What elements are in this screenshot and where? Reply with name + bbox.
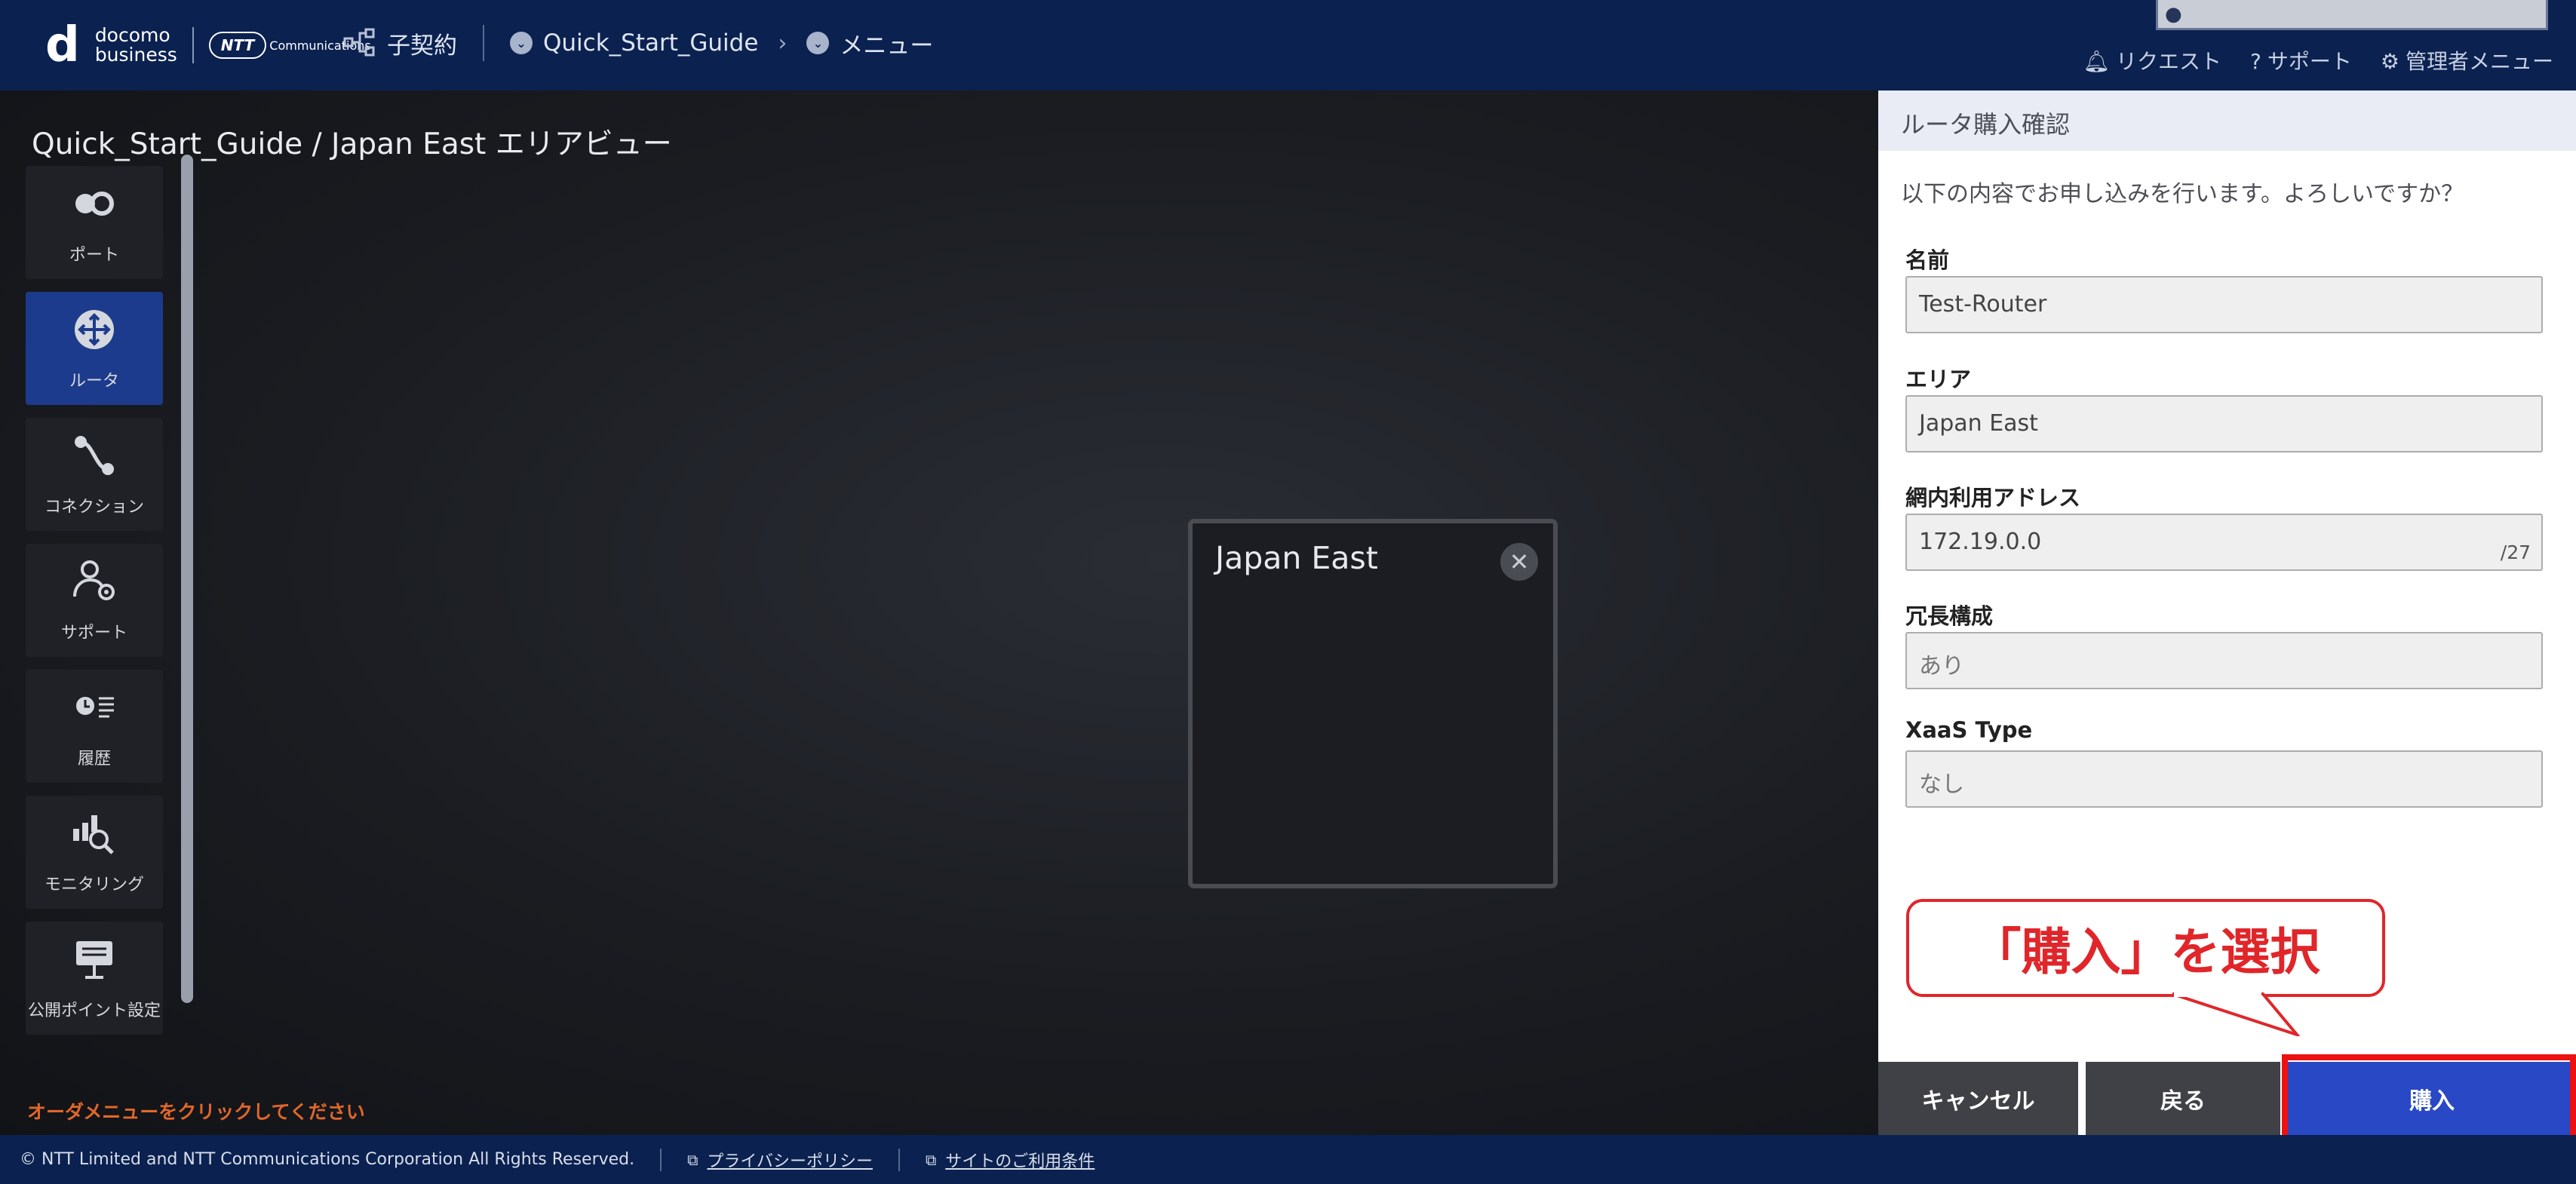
chevron-down-icon: ⌄	[806, 32, 830, 54]
area-view: Quick_Start_Guide / Japan East エリアビュー ポー…	[0, 90, 1878, 1135]
sidebar-item-history[interactable]: 履歴	[26, 670, 163, 783]
name-label: 名前	[1905, 247, 1950, 273]
external-link-icon: ⧉	[687, 1150, 698, 1169]
page-title: Quick_Start_Guide / Japan East エリアビュー	[32, 127, 672, 161]
router-icon	[75, 310, 114, 349]
order-message: オーダメニューをクリックしてください	[27, 1101, 365, 1123]
docomo-business-logo[interactable]: d docomo business NTT Communications	[45, 21, 371, 69]
ntt-logo: NTT	[208, 32, 267, 59]
logo-wordmark: docomo business	[94, 24, 177, 66]
nav-menu[interactable]: ⌄ メニュー	[806, 26, 933, 60]
address-label: 網内利用アドレス	[1905, 485, 2081, 511]
nav-project-label: Quick_Start_Guide	[543, 29, 759, 57]
instruction-callout: 「購入」を選択	[1906, 899, 2385, 997]
history-icon	[76, 697, 114, 718]
top-links: 🔔︎ リクエスト ? サポート ⚙ 管理者メニュー	[2083, 45, 2553, 75]
user-account-box[interactable]	[2156, 0, 2548, 30]
logo-mark: d	[45, 17, 80, 73]
back-button[interactable]: 戻る	[2086, 1062, 2280, 1135]
area-card-title: Japan East	[1215, 540, 1378, 576]
sidebar-item-support[interactable]: サポート	[26, 544, 163, 657]
sidebar-scrollbar[interactable]	[181, 155, 193, 1003]
highlight-frame	[2282, 1054, 2576, 1146]
terms-link[interactable]: サイトのご利用条件	[945, 1148, 1095, 1172]
address-field: 172.19.0.0 /27	[1905, 514, 2543, 571]
support-link[interactable]: ? サポート	[2250, 45, 2352, 75]
close-icon[interactable]: ✕	[1500, 543, 1538, 581]
breadcrumb: 子契約 ⌄ Quick_Start_Guide › ⌄ メニュー	[343, 24, 933, 62]
order-sidebar: ポート ルータ コネクション サポート 履歴 モニタリング 公開ポイント設定	[26, 166, 165, 1048]
redundancy-field: あり	[1905, 632, 2543, 689]
cancel-button[interactable]: キャンセル	[1878, 1062, 2078, 1135]
address-prefix-suffix: /27	[2500, 541, 2531, 563]
sidebar-item-router[interactable]: ルータ	[26, 292, 163, 405]
user-icon: ●	[2165, 3, 2182, 26]
nav-project[interactable]: ⌄ Quick_Start_Guide	[510, 29, 758, 57]
gear-icon: ⚙	[2380, 49, 2399, 74]
bell-icon: 🔔︎	[2083, 49, 2110, 74]
nav-contract-label: 子契約	[387, 32, 457, 60]
nav-menu-label: メニュー	[840, 32, 934, 60]
xaas-field: なし	[1905, 750, 2543, 808]
area-field: Japan East	[1905, 395, 2543, 452]
sidebar-item-connection[interactable]: コネクション	[26, 418, 163, 531]
connection-icon	[75, 436, 114, 475]
port-icon	[75, 192, 114, 216]
footer: © NTT Limited and NTT Communications Cor…	[0, 1135, 2576, 1184]
footer-divider	[660, 1148, 662, 1171]
request-link[interactable]: 🔔︎ リクエスト	[2083, 45, 2221, 75]
privacy-link[interactable]: プライバシーポリシー	[707, 1148, 873, 1172]
monitoring-icon	[73, 815, 114, 854]
area-card[interactable]: Japan East ✕	[1188, 519, 1558, 888]
callout-tail	[2172, 992, 2301, 1036]
xaas-label: XaaS Type	[1905, 717, 2033, 743]
nav-contract[interactable]: 子契約	[343, 26, 457, 60]
area-label: エリア	[1905, 367, 1972, 392]
external-link-icon: ⧉	[925, 1150, 937, 1169]
logo-divider	[192, 27, 194, 63]
panel-description: 以下の内容でお申し込みを行います。よろしいですか？	[1901, 181, 2464, 207]
address-value: 172.19.0.0	[1919, 529, 2042, 555]
name-field: Test-Router	[1905, 276, 2543, 333]
sidebar-item-port[interactable]: ポート	[26, 166, 163, 279]
sidebar-item-monitoring[interactable]: モニタリング	[26, 796, 163, 909]
chevron-down-icon: ⌄	[510, 32, 533, 54]
admin-menu-link[interactable]: ⚙ 管理者メニュー	[2381, 45, 2553, 75]
public-point-icon	[76, 941, 112, 979]
hierarchy-icon	[343, 28, 375, 57]
redundancy-label: 冗長構成	[1905, 603, 1994, 629]
help-icon: ?	[2249, 49, 2261, 74]
support-icon	[73, 560, 115, 600]
sidebar-item-public-point[interactable]: 公開ポイント設定	[26, 922, 163, 1035]
chevron-right-icon: ›	[778, 29, 788, 57]
copyright: © NTT Limited and NTT Communications Cor…	[20, 1150, 635, 1169]
footer-divider	[898, 1148, 900, 1171]
nav-divider	[483, 25, 484, 61]
top-header: d docomo business NTT Communications 子契約…	[0, 0, 2576, 90]
panel-title: ルータ購入確認	[1878, 90, 2576, 151]
